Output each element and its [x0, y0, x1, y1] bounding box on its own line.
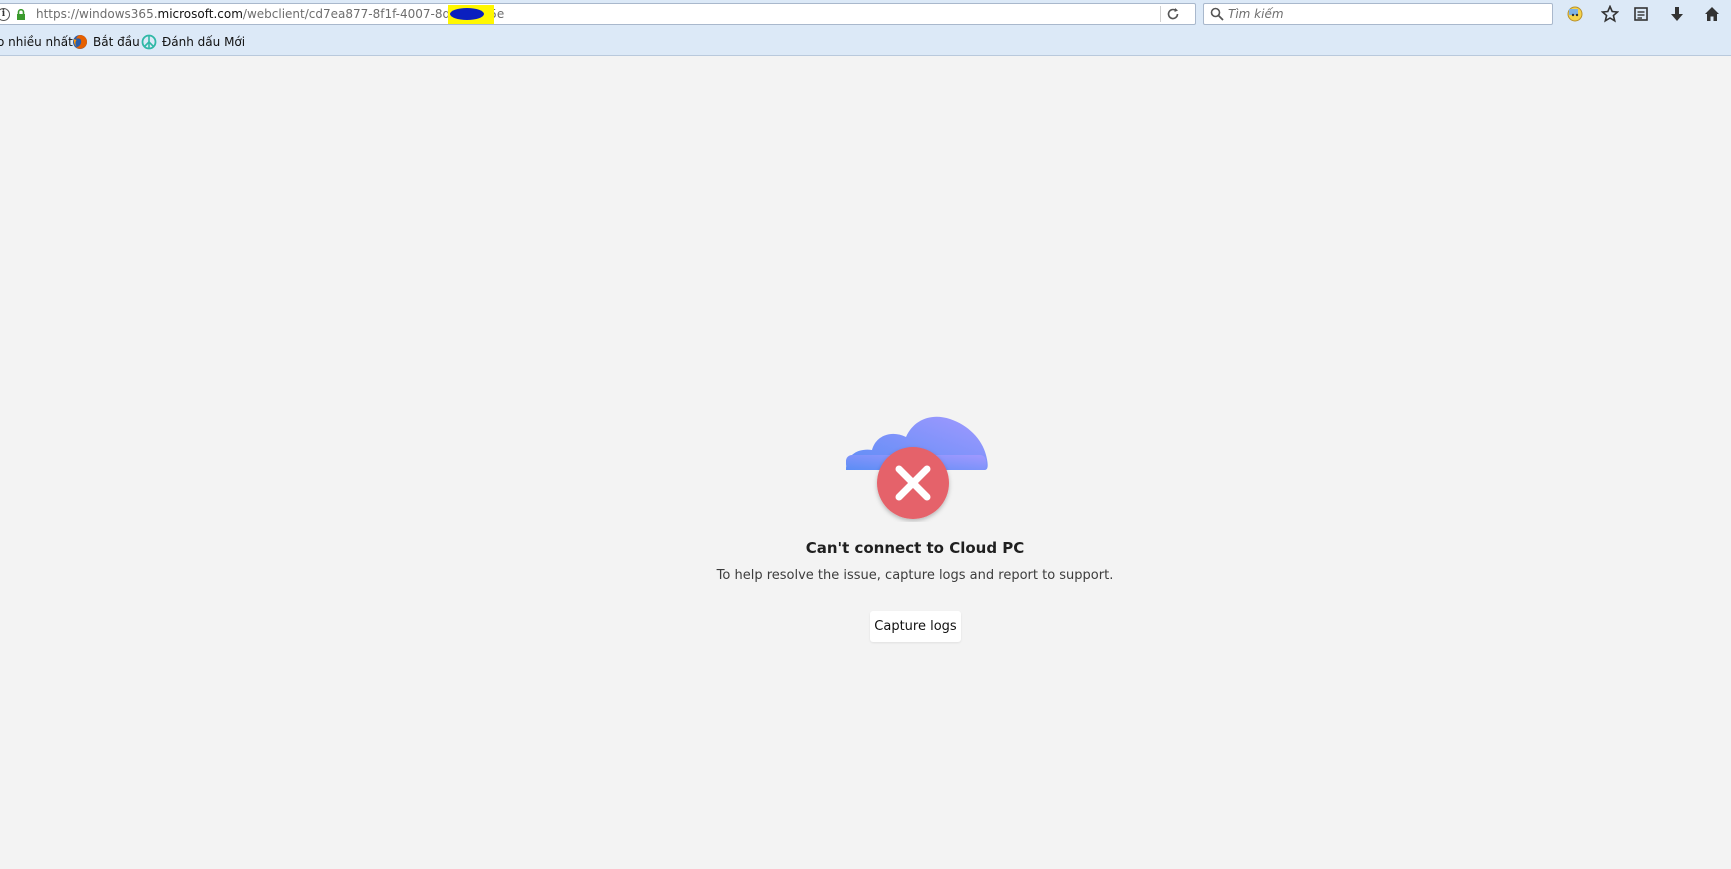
capture-logs-button[interactable]: Capture logs: [870, 611, 961, 642]
peace-icon: [141, 34, 157, 50]
bookmark-getting-started[interactable]: Bắt đầu: [72, 34, 140, 50]
reading-list-icon[interactable]: [1631, 4, 1651, 24]
url-text[interactable]: https://windows365.microsoft.com/webclie…: [36, 7, 504, 21]
search-input[interactable]: [1228, 4, 1548, 24]
bookmark-label: Đánh dấu Mới: [162, 35, 246, 49]
error-description: To help resolve the issue, capture logs …: [716, 568, 1114, 583]
url-domain: microsoft.com: [157, 7, 243, 21]
firefox-icon: [73, 35, 87, 49]
extension-icon[interactable]: [1565, 4, 1585, 24]
search-icon: [1210, 7, 1224, 21]
error-title: Can't connect to Cloud PC: [805, 539, 1025, 557]
address-bar[interactable]: i https://windows365.microsoft.com/webcl…: [0, 3, 1196, 25]
home-icon[interactable]: [1702, 4, 1722, 24]
bookmark-label: Bắt đầu: [93, 35, 140, 49]
url-divider: [1160, 6, 1161, 22]
download-icon[interactable]: [1667, 4, 1687, 24]
bookmark-star-icon[interactable]: [1600, 4, 1620, 24]
cloud-error-icon: [846, 416, 988, 519]
reload-icon[interactable]: [1165, 7, 1181, 23]
bookmark-label: o nhiều nhất: [0, 35, 73, 49]
search-box[interactable]: [1203, 3, 1553, 25]
lock-icon[interactable]: [16, 9, 26, 20]
bookmark-most-visited[interactable]: o nhiều nhất: [0, 34, 73, 50]
info-icon[interactable]: i: [0, 8, 10, 21]
url-prefix: https://windows365.: [36, 7, 158, 21]
bookmark-new-bookmark[interactable]: Đánh dấu Mới: [141, 34, 245, 50]
bookmarks-toolbar: o nhiều nhất Bắt đầu Đánh dấu Mới: [0, 28, 1731, 56]
url-redaction-mark: [448, 5, 494, 24]
browser-nav-bar: i https://windows365.microsoft.com/webcl…: [0, 0, 1731, 28]
